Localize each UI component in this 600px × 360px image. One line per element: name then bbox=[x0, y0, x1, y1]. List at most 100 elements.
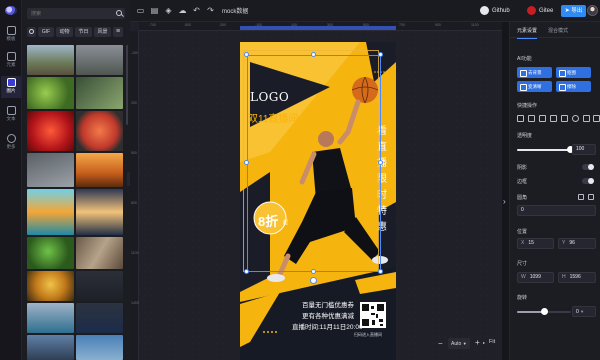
image-thumbnail[interactable] bbox=[76, 303, 123, 333]
resize-handle[interactable] bbox=[378, 160, 383, 165]
erase-button[interactable]: 擦除 bbox=[556, 81, 591, 92]
image-icon bbox=[6, 78, 16, 87]
image-thumbnail[interactable] bbox=[27, 335, 74, 360]
height-value: 1596 bbox=[569, 274, 581, 280]
selection-box[interactable] bbox=[247, 55, 381, 272]
rail-item-elements[interactable]: 元素 bbox=[1, 50, 21, 72]
rotate-slider-knob[interactable] bbox=[541, 308, 548, 315]
search-icon[interactable] bbox=[116, 10, 122, 16]
image-thumbnail[interactable] bbox=[76, 45, 123, 75]
x-input[interactable]: X 15 bbox=[517, 238, 554, 249]
image-thumbnail[interactable] bbox=[27, 271, 74, 301]
resize-handle[interactable] bbox=[378, 52, 383, 57]
rotate-slider[interactable] bbox=[517, 308, 571, 315]
properties-panel: 元素设置 混合模式 AI功能 去背景 抠图 变清晰 擦除 快捷操作 透明度 10… bbox=[509, 22, 600, 360]
resize-handle[interactable] bbox=[244, 52, 249, 57]
filter-chip[interactable]: 风景 bbox=[94, 27, 111, 37]
opacity-label: 透明度 bbox=[517, 133, 533, 139]
element-icon bbox=[6, 52, 16, 61]
image-thumbnail[interactable] bbox=[76, 189, 123, 235]
stroke-toggle[interactable] bbox=[582, 178, 594, 184]
radius-input[interactable]: 0 bbox=[517, 205, 596, 216]
rotate-handle-icon[interactable] bbox=[310, 277, 317, 284]
menu-icon[interactable]: ≡ bbox=[113, 27, 123, 37]
enhance-button[interactable]: 变清晰 bbox=[517, 81, 552, 92]
resize-handle[interactable] bbox=[311, 52, 316, 57]
opacity-slider[interactable] bbox=[517, 146, 574, 153]
tab-element-settings[interactable]: 元素设置 bbox=[517, 27, 538, 39]
shadow-toggle[interactable] bbox=[582, 164, 594, 170]
undo-icon[interactable]: ↶ bbox=[192, 6, 201, 15]
opacity-input[interactable]: 100 bbox=[572, 144, 596, 155]
tab-blend-mode[interactable]: 混合模式 bbox=[548, 27, 568, 34]
image-thumbnail[interactable] bbox=[27, 153, 74, 187]
export-button[interactable]: ➤ 导出 bbox=[561, 5, 586, 17]
favorite-filter[interactable] bbox=[27, 27, 36, 37]
resize-handle[interactable] bbox=[378, 269, 383, 274]
zoom-select[interactable]: Auto ▼ bbox=[448, 338, 470, 349]
layers-icon[interactable]: ◈ bbox=[164, 6, 173, 15]
resize-handle[interactable] bbox=[244, 269, 249, 274]
github-link[interactable]: Github bbox=[480, 5, 510, 17]
rail-item-text[interactable]: 文本 bbox=[1, 104, 21, 126]
redo-icon[interactable]: ↷ bbox=[206, 6, 215, 15]
delete-icon[interactable] bbox=[593, 115, 600, 122]
quick-actions-title: 快捷操作 bbox=[517, 103, 538, 109]
document-name[interactable]: mock数据 bbox=[222, 6, 248, 15]
matting-button[interactable]: 抠图 bbox=[556, 67, 591, 78]
avatar[interactable] bbox=[587, 5, 598, 16]
image-thumbnail[interactable] bbox=[27, 237, 74, 269]
cloud-icon[interactable]: ☁ bbox=[178, 6, 187, 15]
radius-link-checkbox[interactable] bbox=[578, 194, 584, 200]
image-thumbnail[interactable] bbox=[76, 111, 123, 151]
radius-individual-checkbox[interactable] bbox=[588, 194, 594, 200]
rail-item-templates[interactable]: 模板 bbox=[1, 24, 21, 46]
image-thumbnail[interactable] bbox=[76, 237, 123, 269]
image-thumbnail[interactable] bbox=[76, 271, 123, 301]
crop-icon[interactable] bbox=[517, 115, 524, 122]
export-label: 导出 bbox=[571, 8, 583, 14]
filter-chip[interactable]: 节日 bbox=[75, 27, 92, 37]
rail-item-more[interactable]: 更多 bbox=[1, 132, 21, 154]
image-thumbnail[interactable] bbox=[27, 189, 74, 235]
image-thumbnail[interactable] bbox=[76, 77, 123, 109]
x-value: 15 bbox=[528, 240, 534, 246]
zoom-out-button[interactable]: − bbox=[438, 339, 443, 348]
copy-icon[interactable] bbox=[583, 115, 590, 122]
design-canvas[interactable]: -700 -500 -300 -100 100 300 500 700 900 1100 -100… bbox=[130, 22, 502, 360]
filter-chip[interactable]: 动物 bbox=[56, 27, 73, 37]
lock-icon[interactable] bbox=[561, 115, 568, 122]
image-thumbnail[interactable] bbox=[27, 111, 74, 151]
remove-background-button[interactable]: 去背景 bbox=[517, 67, 552, 78]
poster-line3: 直播时间:11月11日20:00 bbox=[292, 324, 363, 331]
filter-bar: GIF 动物 节日 风景 ≡ bbox=[27, 27, 127, 37]
image-thumbnail[interactable] bbox=[27, 45, 74, 75]
rotate-slider-fill bbox=[517, 311, 544, 313]
resize-handle[interactable] bbox=[244, 160, 249, 165]
align-icon[interactable] bbox=[550, 115, 557, 122]
save-icon[interactable]: ▤ bbox=[150, 6, 159, 15]
height-input[interactable]: H 1596 bbox=[558, 272, 596, 283]
heart-icon bbox=[29, 29, 34, 34]
rail-item-images[interactable]: 图片 bbox=[1, 76, 21, 98]
panel-scrollbar[interactable] bbox=[126, 45, 128, 125]
image-thumbnail[interactable] bbox=[76, 335, 123, 360]
rotate-input[interactable]: 0 ▼ bbox=[572, 306, 596, 317]
folder-icon[interactable]: ▭ bbox=[136, 6, 145, 15]
filter-chip[interactable]: GIF bbox=[38, 27, 54, 37]
image-thumbnail[interactable] bbox=[27, 77, 74, 109]
mirror-icon[interactable] bbox=[539, 115, 546, 122]
resize-handle[interactable] bbox=[311, 269, 316, 274]
image-thumbnail[interactable] bbox=[76, 153, 123, 187]
poster-line2: 更有各种优惠满减 bbox=[302, 313, 354, 320]
ruler-selection-range bbox=[240, 26, 396, 30]
search-input[interactable] bbox=[31, 9, 111, 18]
width-input[interactable]: W 1099 bbox=[517, 272, 554, 283]
fit-button[interactable]: Fit bbox=[489, 339, 495, 345]
zoom-in-button[interactable]: + bbox=[475, 338, 480, 347]
flip-icon[interactable] bbox=[528, 115, 535, 122]
image-thumbnail[interactable] bbox=[27, 303, 74, 333]
visibility-icon[interactable] bbox=[572, 115, 579, 122]
y-input[interactable]: Y 96 bbox=[558, 238, 596, 249]
gitee-link[interactable]: Gitee bbox=[527, 5, 553, 17]
